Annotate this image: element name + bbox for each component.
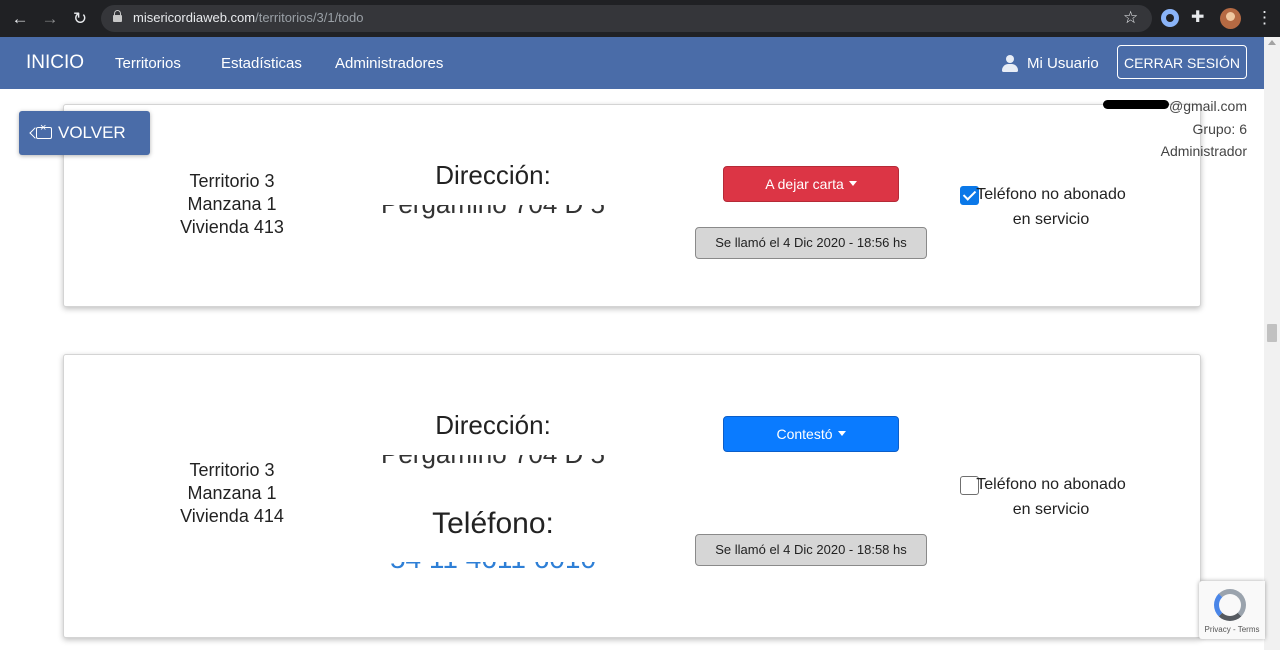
block-label: Manzana 1 [187,483,277,503]
address-value: Pergamino 704 D 5 [343,455,643,470]
household-card: Territorio 3 Manzana 1 Vivienda 413 Dire… [63,104,1201,307]
nav-link-administradores[interactable]: Administradores [335,55,443,72]
back-button-label: VOLVER [58,123,126,142]
territory-label: Territorio 3 [189,460,275,480]
redacted-email [1102,100,1169,109]
territory-label: Territorio 3 [189,171,275,191]
backspace-icon [36,122,52,139]
app-navbar: INICIO Territorios Estadísticas Administ… [0,37,1264,89]
user-group: Grupo: 6 [1192,120,1247,137]
status-dropdown-button[interactable]: A dejar carta [723,166,899,202]
extension-icon[interactable] [1161,9,1179,27]
address-bar[interactable]: misericordiaweb.com/territorios/3/1/todo… [101,5,1152,32]
scroll-up-arrow-icon[interactable] [1268,40,1276,45]
phone-not-in-service-label[interactable]: Teléfono no abonado en servicio [966,472,1136,522]
browser-menu-icon[interactable]: ⋮ [1256,8,1273,28]
location-info: Territorio 3 Manzana 1 Vivienda 413 [132,170,332,239]
nav-link-territorios[interactable]: Territorios [115,55,181,72]
phone-not-in-service-label[interactable]: Teléfono no abonado en servicio [966,182,1136,232]
brand-link[interactable]: INICIO [26,52,84,74]
extensions-puzzle-icon[interactable]: ✚ [1191,9,1209,27]
address-value-clip: Pergamino 704 D 5 [343,455,643,471]
profile-avatar[interactable] [1220,8,1241,29]
user-info: @gmail.com Grupo: 6 Administrador [1102,95,1247,163]
phone-value-clip: 54 11 4611 6010 [343,562,643,579]
lock-icon [113,10,122,22]
logout-button[interactable]: CERRAR SESIÓN [1117,45,1247,79]
email-suffix: @gmail.com [1168,98,1247,114]
url-text: misericordiaweb.com/territorios/3/1/todo [133,10,363,25]
recaptcha-badge[interactable]: Privacy - Terms [1199,581,1265,639]
location-info: Territorio 3 Manzana 1 Vivienda 414 [132,459,332,528]
address-heading: Dirección: [435,410,551,440]
caret-down-icon [848,181,857,186]
scroll-thumb[interactable] [1267,324,1277,342]
address-value-clip: Pergamino 704 D 5 [343,205,643,221]
caret-down-icon [837,431,846,436]
last-called-badge: Se llamó el 4 Dic 2020 - 18:58 hs [695,534,927,566]
page-scrollbar[interactable] [1264,37,1280,650]
house-label: Vivienda 414 [180,506,284,526]
back-arrow-icon[interactable]: ← [10,9,30,29]
recaptcha-links[interactable]: Privacy - Terms [1199,625,1265,634]
forward-arrow-icon[interactable]: → [40,9,60,29]
url-domain: misericordiaweb.com [133,10,256,25]
phone-heading: Teléfono: [432,507,554,540]
last-called-badge: Se llamó el 4 Dic 2020 - 18:56 hs [695,227,927,259]
browser-toolbar: ← → ↻ misericordiaweb.com/territorios/3/… [0,0,1280,37]
reload-icon[interactable]: ↻ [70,9,90,29]
block-label: Manzana 1 [187,194,277,214]
recaptcha-logo-icon [1214,589,1246,621]
user-menu-link[interactable]: Mi Usuario [1027,55,1099,72]
status-dropdown-button[interactable]: Contestó [723,416,899,452]
nav-link-estadisticas[interactable]: Estadísticas [221,55,302,72]
user-email: @gmail.com [1102,95,1247,118]
status-label: Contestó [776,426,833,442]
address-value: Pergamino 704 D 5 [343,205,643,220]
house-label: Vivienda 413 [180,217,284,237]
bookmark-star-icon[interactable]: ☆ [1123,8,1138,28]
user-role: Administrador [1160,143,1247,159]
phone-link[interactable]: 54 11 4611 6010 [343,562,643,575]
url-path: /territorios/3/1/todo [255,10,364,25]
status-label: A dejar carta [765,176,844,192]
household-card: Territorio 3 Manzana 1 Vivienda 414 Dire… [63,354,1201,638]
back-button[interactable]: VOLVER [19,111,150,155]
user-icon [1002,55,1018,72]
address-heading: Dirección: [435,160,551,190]
